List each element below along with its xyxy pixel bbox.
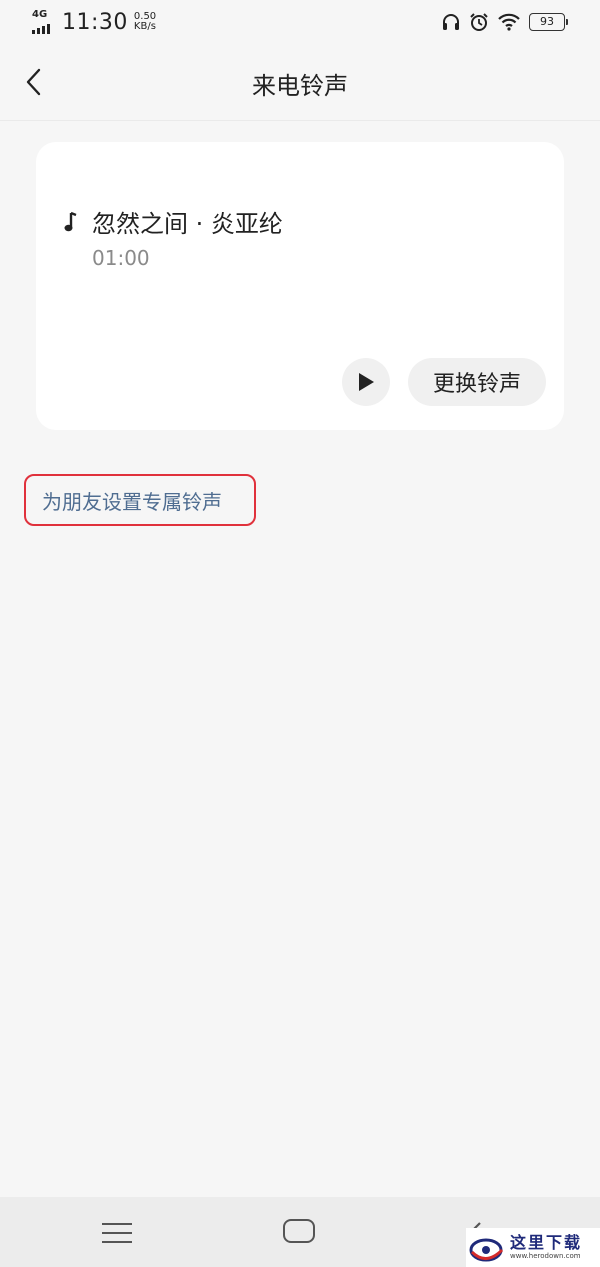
music-note-icon xyxy=(64,211,77,231)
change-ringtone-button[interactable]: 更换铃声 xyxy=(408,358,546,406)
ringtone-card: 忽然之间 · 炎亚纶 01:00 更换铃声 xyxy=(36,142,564,430)
song-row: 忽然之间 · 炎亚纶 xyxy=(64,204,283,239)
page-title: 来电铃声 xyxy=(252,72,348,100)
wifi-icon xyxy=(498,13,520,31)
watermark-url: www.herodown.com xyxy=(510,1252,581,1260)
speed-unit: KB/s xyxy=(133,21,156,32)
watermark-text: 这里下载 xyxy=(510,1233,583,1252)
menu-icon[interactable] xyxy=(102,1223,132,1243)
network-type: 4G xyxy=(32,9,48,20)
header: 来电铃声 xyxy=(0,46,600,121)
watermark: 这里下载 www.herodown.com xyxy=(466,1228,600,1267)
status-time: 11:30 xyxy=(62,10,128,35)
status-bar: 4G 11:30 0.50 KB/s 93 xyxy=(0,0,600,46)
network-speed: 0.50 KB/s xyxy=(134,10,156,32)
play-icon xyxy=(359,373,374,391)
song-duration: 01:00 xyxy=(92,246,150,270)
battery-level: 93 xyxy=(529,13,565,31)
play-button[interactable] xyxy=(342,358,390,406)
status-left: 4G 11:30 0.50 KB/s xyxy=(32,10,156,36)
battery-icon: 93 xyxy=(529,13,568,31)
signal-icon: 4G xyxy=(32,10,58,36)
friend-ringtone-link[interactable]: 为朋友设置专属铃声 xyxy=(24,474,256,526)
alarm-icon xyxy=(470,13,488,31)
headphones-icon xyxy=(443,14,459,30)
song-title: 忽然之间 · 炎亚纶 xyxy=(92,210,283,238)
watermark-logo-icon xyxy=(469,1238,504,1261)
status-right: 93 xyxy=(441,12,568,32)
home-icon[interactable] xyxy=(283,1219,315,1243)
